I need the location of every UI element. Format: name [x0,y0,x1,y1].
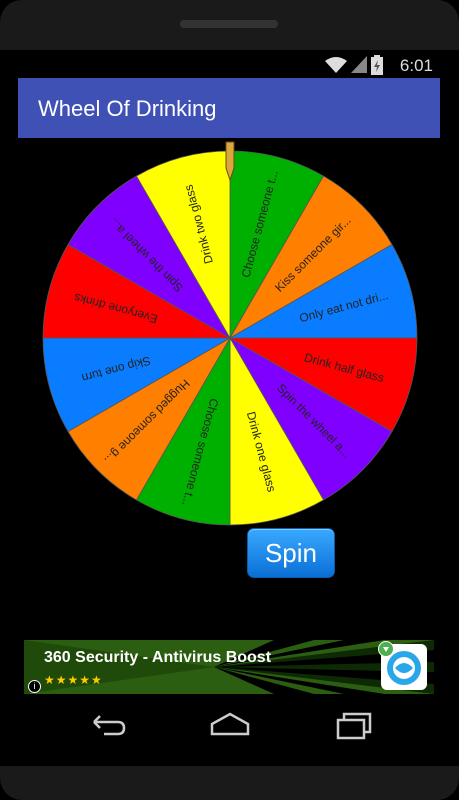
spin-button[interactable]: Spin [247,528,335,578]
ad-info-icon[interactable]: i [28,680,41,693]
signal-icon [351,56,367,73]
app-bar: Wheel Of Drinking [18,78,440,138]
battery-icon [371,55,383,75]
wifi-icon [325,57,347,73]
home-icon [210,712,250,736]
back-icon [93,715,126,736]
ad-rating-stars: ★★★★★ [44,673,103,687]
status-icons [325,55,383,75]
status-time: 6:01 [399,56,433,75]
speaker-grille [180,20,278,28]
wheel[interactable]: Choose someone t... Kiss someone gir... On… [40,140,420,530]
back-button[interactable] [88,710,128,740]
phone-top-bezel [0,0,459,50]
status-bar: 6:01 [18,50,441,78]
navigation-bar [18,700,441,750]
recents-icon [336,712,372,740]
app-title: Wheel Of Drinking [38,96,217,121]
wheel-graphic[interactable]: Choose someone t...Kiss someone gir...On… [40,140,420,530]
home-button[interactable] [210,710,250,740]
phone-bottom-bezel [0,766,459,800]
ad-title[interactable]: 360 Security - Antivirus Boost [44,649,271,667]
recents-button[interactable] [334,710,374,740]
ad-banner[interactable]: 360 Security - Antivirus Boost ★★★★★ i [24,640,434,694]
ad-download-badge-icon [378,641,394,657]
